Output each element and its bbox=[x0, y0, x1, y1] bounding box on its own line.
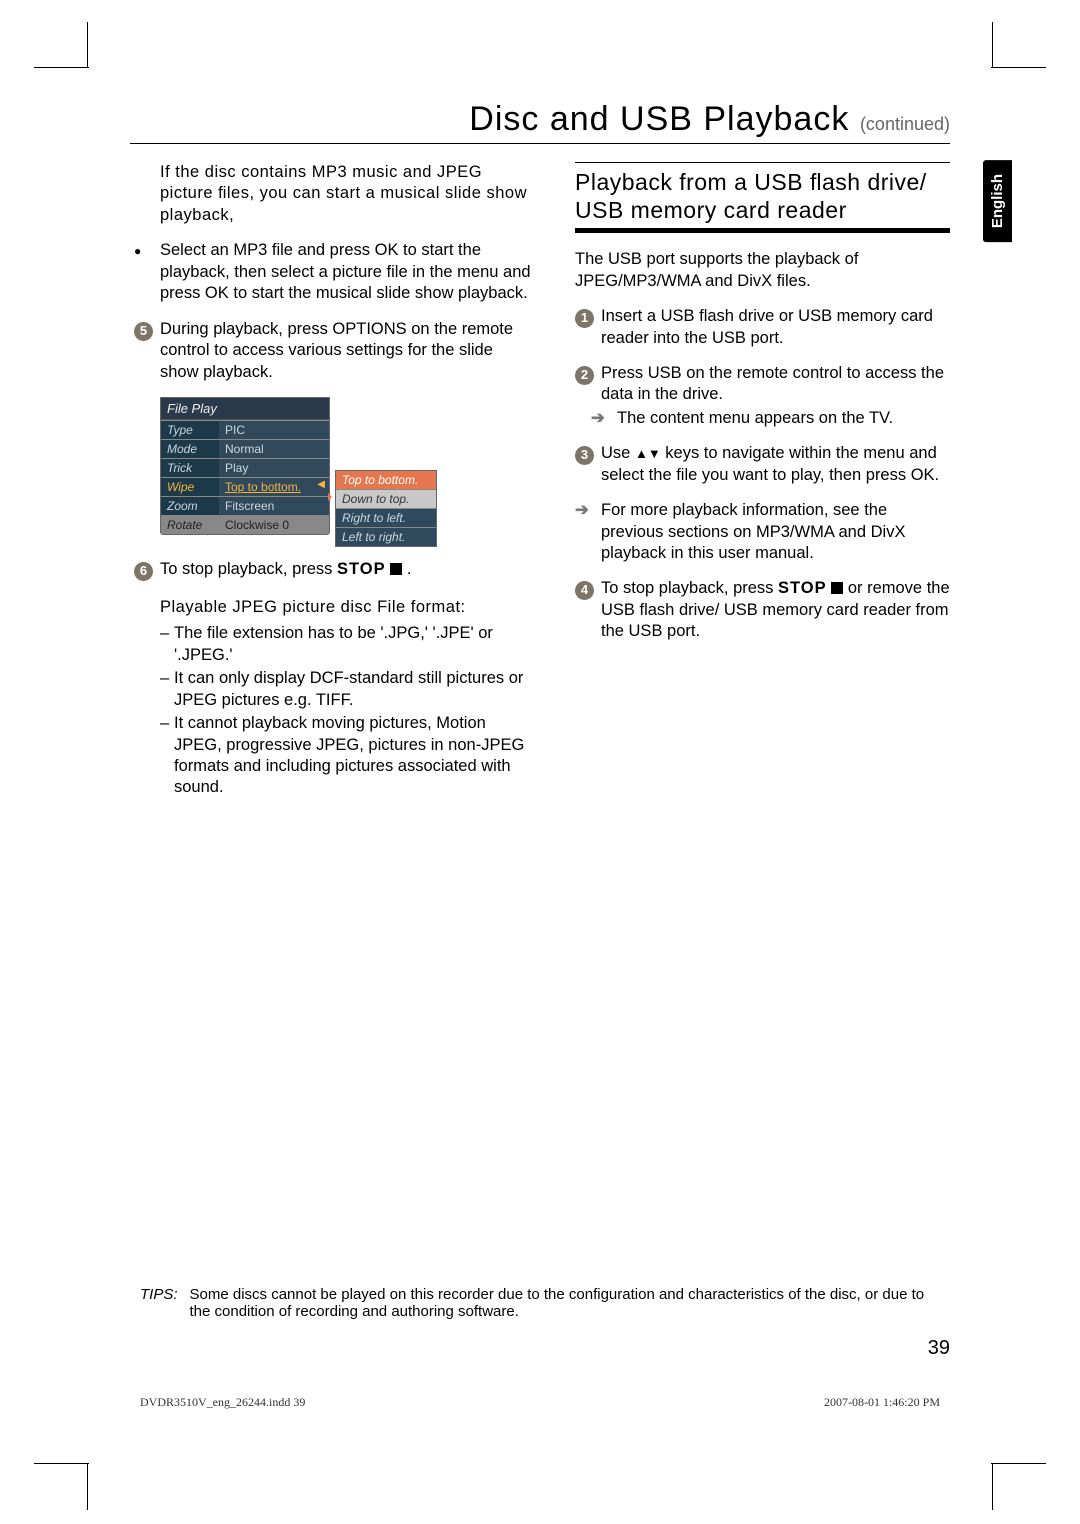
step-6: 6 To stop playback, press STOP . bbox=[134, 559, 535, 580]
list-item: It cannot playback moving pictures, Moti… bbox=[174, 713, 535, 799]
page-content: Disc and USB Playback (continued) Englis… bbox=[130, 100, 950, 1420]
usb-intro: The USB port supports the playback of JP… bbox=[575, 249, 950, 292]
tips-label: TIPS: bbox=[140, 1286, 178, 1320]
step-number-icon: 3 bbox=[575, 443, 601, 486]
arrow-icon bbox=[575, 500, 601, 564]
right-column: Playback from a USB ﬂash drive/ USB memo… bbox=[575, 162, 950, 801]
crop-mark bbox=[991, 1463, 1046, 1464]
submenu-item: Down to top. bbox=[336, 489, 436, 508]
menu-value-selected: Top to bottom. bbox=[219, 478, 329, 496]
left-column: If the disc contains MP3 music and JPEG … bbox=[130, 162, 535, 801]
step-3: 3 Use ▲▼ keys to navigate within the men… bbox=[575, 443, 950, 486]
step-text: During playback, press OPTIONS on the re… bbox=[160, 319, 535, 383]
file-format-list: The file extension has to be '.JPG,' '.J… bbox=[160, 623, 535, 799]
result-note: For more playback information, see the p… bbox=[575, 500, 950, 564]
manual-page: Disc and USB Playback (continued) Englis… bbox=[0, 0, 1080, 1524]
menu-key: Zoom bbox=[161, 497, 219, 515]
crop-mark bbox=[87, 1464, 88, 1510]
language-tab: English bbox=[983, 160, 1012, 242]
list-item: The file extension has to be '.JPG,' '.J… bbox=[174, 623, 535, 666]
page-title-sub: (continued) bbox=[860, 114, 950, 134]
step-5: 5 During playback, press OPTIONS on the … bbox=[134, 319, 535, 383]
menu-value: Play bbox=[219, 459, 329, 477]
submenu-item: Left to right. bbox=[336, 527, 436, 546]
osd-submenu: Top to bottom. Down to top. Right to lef… bbox=[335, 470, 437, 547]
step-4: 4 To stop playback, press STOP or remove… bbox=[575, 578, 950, 642]
step-number-icon: 1 bbox=[575, 306, 601, 349]
stop-icon bbox=[831, 582, 843, 594]
stop-button-label: STOP bbox=[337, 560, 386, 578]
crop-mark bbox=[34, 67, 89, 68]
result-note: The content menu appears on the TV. bbox=[591, 408, 950, 429]
crop-mark bbox=[87, 22, 88, 68]
section-heading: Playback from a USB ﬂash drive/ USB memo… bbox=[575, 162, 950, 224]
step-number-icon: 6 bbox=[134, 559, 160, 580]
menu-title: File Play bbox=[161, 398, 329, 420]
step-text: Press USB on the remote control to acces… bbox=[601, 363, 950, 406]
down-key-icon: ▼ bbox=[648, 446, 661, 461]
menu-key: Type bbox=[161, 421, 219, 439]
step-number-icon: 4 bbox=[575, 578, 601, 642]
file-format-heading: Playable JPEG picture disc File format: bbox=[160, 598, 535, 617]
submenu-item-selected: Top to bottom. bbox=[336, 471, 436, 489]
intro-text: If the disc contains MP3 music and JPEG … bbox=[160, 162, 535, 226]
crop-mark bbox=[992, 22, 993, 68]
stop-button-label: STOP bbox=[778, 579, 827, 597]
menu-key: Mode bbox=[161, 440, 219, 458]
page-title: Disc and USB Playback bbox=[469, 100, 849, 138]
arrow-icon bbox=[591, 408, 617, 429]
menu-key: Rotate bbox=[161, 516, 219, 534]
menu-value: Normal bbox=[219, 440, 329, 458]
step-1: 1 Insert a USB flash drive or USB memory… bbox=[575, 306, 950, 349]
result-text: For more playback information, see the p… bbox=[601, 500, 950, 564]
step-number-icon: 5 bbox=[134, 319, 160, 383]
bullet-icon bbox=[134, 240, 160, 304]
step-2: 2 Press USB on the remote control to acc… bbox=[575, 363, 950, 406]
up-key-icon: ▲ bbox=[635, 446, 648, 461]
step-text: Select an MP3 file and press OK to start… bbox=[160, 240, 535, 304]
list-item: It can only display DCF-standard still p… bbox=[174, 668, 535, 711]
footer-date: 2007-08-01 1:46:20 PM bbox=[824, 1395, 940, 1410]
stop-icon bbox=[390, 563, 402, 575]
imprint-footer: DVDR3510V_eng_26244.indd 39 2007-08-01 1… bbox=[130, 1395, 950, 1410]
columns: If the disc contains MP3 music and JPEG … bbox=[130, 162, 950, 801]
osd-menu-main: File Play TypePIC ModeNormal TrickPlay W… bbox=[160, 397, 330, 535]
page-header: Disc and USB Playback (continued) bbox=[130, 100, 950, 144]
menu-key: Trick bbox=[161, 459, 219, 477]
crop-mark bbox=[34, 1463, 89, 1464]
tips-body: Some discs cannot be played on this reco… bbox=[190, 1286, 940, 1320]
submenu-item: Right to left. bbox=[336, 508, 436, 527]
crop-mark bbox=[991, 67, 1046, 68]
step-text: Insert a USB flash drive or USB memory c… bbox=[601, 306, 950, 349]
footer-file: DVDR3510V_eng_26244.indd 39 bbox=[140, 1395, 305, 1410]
osd-menu-illustration: File Play TypePIC ModeNormal TrickPlay W… bbox=[160, 397, 440, 535]
menu-key-selected: Wipe bbox=[161, 478, 219, 496]
step-number-icon: 2 bbox=[575, 363, 601, 406]
result-text: The content menu appears on the TV. bbox=[617, 408, 893, 429]
menu-value: Clockwise 0 bbox=[219, 516, 329, 534]
page-number: 39 bbox=[928, 1337, 950, 1360]
heading-rule bbox=[575, 228, 950, 233]
step-text: Use ▲▼ keys to navigate within the menu … bbox=[601, 443, 950, 486]
step-select-mp3: Select an MP3 file and press OK to start… bbox=[134, 240, 535, 304]
menu-value: PIC bbox=[219, 421, 329, 439]
tips-footer: TIPS: Some discs cannot be played on thi… bbox=[130, 1286, 950, 1320]
menu-value: Fitscreen bbox=[219, 497, 329, 515]
step-text: To stop playback, press STOP or remove t… bbox=[601, 578, 950, 642]
crop-mark bbox=[992, 1464, 993, 1510]
step-text: To stop playback, press STOP . bbox=[160, 559, 411, 580]
